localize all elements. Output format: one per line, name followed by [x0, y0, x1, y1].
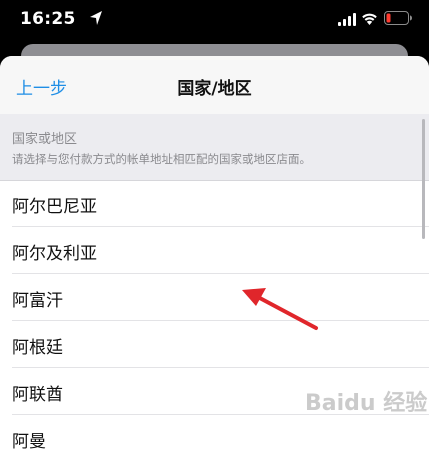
country-row[interactable]: 阿曼 [0, 415, 429, 456]
country-label: 阿尔巴尼亚 [12, 197, 97, 217]
status-bar: 16:25 [0, 0, 429, 44]
watermark: Baidu 经验 [305, 391, 428, 416]
country-row[interactable]: 阿尔及利亚 [0, 227, 429, 274]
country-row[interactable]: 阿尔巴尼亚 [0, 180, 429, 227]
navigation-bar: 上一步 国家/地区 [0, 56, 429, 114]
country-label: 阿富汗 [12, 291, 63, 311]
section-subtitle: 请选择与您付款方式的帐单地址相匹配的国家或地区店面。 [12, 152, 311, 166]
country-label: 阿尔及利亚 [12, 244, 97, 264]
status-time: 16:25 [20, 9, 76, 29]
page-title: 国家/地区 [177, 79, 252, 99]
section-title: 国家或地区 [12, 132, 78, 147]
section-header: 国家或地区 请选择与您付款方式的帐单地址相匹配的国家或地区店面。 [0, 114, 429, 181]
cellular-signal-icon [338, 13, 356, 26]
location-arrow-icon [90, 11, 102, 25]
battery-low-icon [384, 11, 412, 25]
wifi-icon [362, 13, 377, 25]
country-row[interactable]: 阿根廷 [0, 321, 429, 368]
country-row[interactable]: 阿富汗 [0, 274, 429, 321]
country-label: 阿联酋 [12, 385, 63, 405]
country-label: 阿根廷 [12, 338, 63, 358]
annotation-arrow-icon [242, 288, 318, 330]
scrollbar[interactable] [422, 119, 425, 239]
